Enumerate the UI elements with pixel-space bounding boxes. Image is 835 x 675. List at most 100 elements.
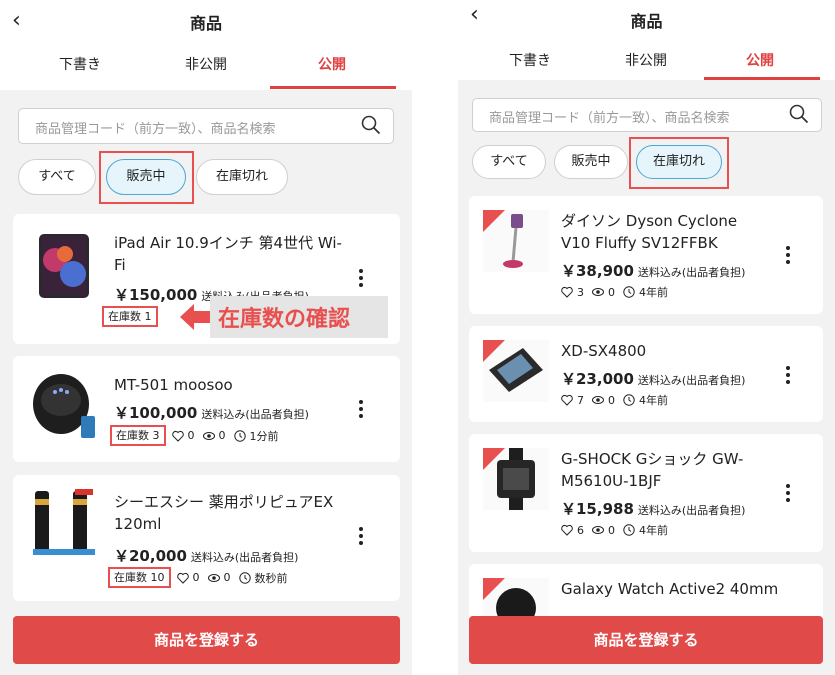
view-count: 0 (218, 429, 226, 442)
highlight-box (629, 137, 729, 189)
annotation-callout: 在庫数の確認 (210, 296, 388, 338)
list-item[interactable]: シーエスシー 薬用ポリピュアEX 120ml ￥20,000 送料込み(出品者負担… (13, 475, 400, 601)
search-icon[interactable] (361, 115, 381, 135)
item-meta: 在庫数 10 0 0 数秒前 (108, 567, 296, 588)
shipping-note: 送料込み(出品者負担) (637, 504, 746, 517)
more-options-icon[interactable] (358, 400, 364, 421)
shipping-note: 送料込み(出品者負担) (190, 551, 299, 564)
like-count: 0 (187, 429, 195, 442)
item-meta: 在庫数 3 0 0 1分前 (110, 425, 287, 446)
heart-icon[interactable] (176, 572, 189, 584)
arrow-left-icon (180, 304, 212, 330)
tab-drafts[interactable]: 下書き (480, 50, 580, 70)
clock-icon (623, 524, 635, 536)
clock-icon (623, 394, 635, 406)
product-price: ￥23,000 送料込み(出品者負担) (561, 370, 746, 388)
search-placeholder: 商品管理コード（前方一致）、商品名検索 (35, 122, 276, 137)
stock-count: 在庫数 1 (102, 306, 158, 327)
product-price: ￥20,000 送料込み(出品者負担) (114, 547, 299, 565)
posted-time: 1分前 (249, 429, 279, 443)
register-product-button[interactable]: 商品を登録する (469, 616, 823, 664)
sold-badge (483, 578, 505, 600)
like-count: 0 (192, 571, 200, 584)
like-count: 3 (577, 285, 584, 299)
view-count: 0 (608, 523, 615, 537)
search-input[interactable]: 商品管理コード（前方一致）、商品名検索 (18, 108, 394, 144)
search-input[interactable]: 商品管理コード（前方一致）、商品名検索 (472, 98, 822, 132)
header: ‹ 商品 下書き 非公開 公開 (458, 0, 835, 80)
product-name: ダイソン Dyson Cyclone V10 Fluffy SV12FFBK (561, 212, 738, 252)
sold-badge (483, 448, 505, 470)
clock-icon (233, 429, 246, 442)
list-item[interactable]: ダイソン Dyson Cyclone V10 Fluffy SV12FFBK ￥… (469, 196, 823, 314)
active-tab-indicator (704, 77, 820, 80)
more-options-icon[interactable] (785, 366, 791, 387)
right-phone-screen: ‹ 商品 下書き 非公開 公開 商品管理コード（前方一致）、商品名検索 すべて … (458, 0, 835, 675)
page-title: 商品 (189, 14, 222, 33)
posted-time: 4年前 (639, 286, 668, 299)
product-thumbnail (39, 234, 89, 298)
heart-icon[interactable] (561, 394, 573, 406)
register-product-button[interactable]: 商品を登録する (13, 616, 400, 664)
stock-count: 在庫数 10 (108, 567, 171, 588)
like-count: 6 (577, 523, 584, 537)
filter-all[interactable]: すべて (472, 145, 546, 179)
posted-time: 4年前 (639, 524, 668, 537)
eye-icon (592, 396, 604, 404)
shipping-note: 送料込み(出品者負担) (637, 374, 746, 387)
more-options-icon[interactable] (785, 246, 791, 267)
tab-drafts[interactable]: 下書き (30, 54, 130, 74)
more-options-icon[interactable] (358, 269, 364, 290)
product-name: iPad Air 10.9インチ 第4世代 Wi-Fi (114, 234, 342, 274)
more-options-icon[interactable] (785, 484, 791, 505)
heart-icon[interactable] (561, 286, 573, 298)
sold-badge (483, 210, 505, 232)
header: ‹ 商品 下書き 非公開 公開 (0, 0, 412, 90)
tab-public[interactable]: 公開 (282, 54, 382, 74)
list-item[interactable]: G-SHOCK Gショック GW-M5610U-1BJF ￥15,988 送料込み… (469, 434, 823, 552)
filter-all[interactable]: すべて (18, 159, 96, 195)
eye-icon (202, 431, 215, 440)
eye-icon (592, 526, 604, 534)
shipping-note: 送料込み(出品者負担) (201, 408, 309, 421)
product-price: ￥38,900 送料込み(出品者負担) (561, 262, 746, 280)
view-count: 0 (608, 285, 615, 299)
product-name: XD-SX4800 (561, 342, 647, 360)
tab-private[interactable]: 非公開 (596, 50, 696, 70)
heart-icon[interactable] (561, 524, 573, 536)
clock-icon (238, 571, 251, 584)
list-item[interactable]: MT-501 moosoo ￥100,000 送料込み(出品者負担) 在庫数 3 … (13, 356, 400, 462)
posted-time: 数秒前 (254, 571, 288, 585)
product-name: MT-501 moosoo (114, 376, 233, 394)
like-count: 7 (577, 393, 584, 407)
view-count: 0 (608, 393, 615, 407)
item-meta: 7 0 4年前 (561, 392, 676, 408)
sold-badge (483, 340, 505, 362)
search-placeholder: 商品管理コード（前方一致）、商品名検索 (489, 111, 730, 126)
product-name: G-SHOCK Gショック GW-M5610U-1BJF (561, 450, 744, 490)
product-name: シーエスシー 薬用ポリピュアEX 120ml (114, 493, 334, 533)
search-icon[interactable] (789, 104, 809, 124)
more-options-icon[interactable] (358, 527, 364, 548)
heart-icon[interactable] (171, 430, 184, 442)
posted-time: 4年前 (639, 394, 668, 407)
list-item[interactable]: XD-SX4800 ￥23,000 送料込み(出品者負担) 7 0 4年前 (469, 326, 823, 422)
clock-icon (623, 286, 635, 298)
tab-private[interactable]: 非公開 (156, 54, 256, 74)
tab-public[interactable]: 公開 (710, 50, 810, 70)
product-price: ￥15,988 送料込み(出品者負担) (561, 500, 746, 518)
shipping-note: 送料込み(出品者負担) (637, 266, 746, 279)
callout-text: 在庫数の確認 (218, 307, 351, 332)
view-count: 0 (223, 571, 231, 584)
list-item[interactable]: Galaxy Watch Active2 40mm (469, 564, 823, 624)
product-name: Galaxy Watch Active2 40mm (561, 580, 779, 598)
item-meta: 3 0 4年前 (561, 284, 676, 300)
page-title: 商品 (630, 12, 663, 31)
eye-icon (207, 573, 220, 582)
product-thumbnail (33, 489, 95, 555)
filter-out-of-stock[interactable]: 在庫切れ (196, 159, 288, 195)
filter-on-sale[interactable]: 販売中 (554, 145, 628, 179)
item-meta: 6 0 4年前 (561, 522, 676, 538)
active-tab-indicator (270, 86, 396, 89)
highlight-box (99, 151, 194, 204)
